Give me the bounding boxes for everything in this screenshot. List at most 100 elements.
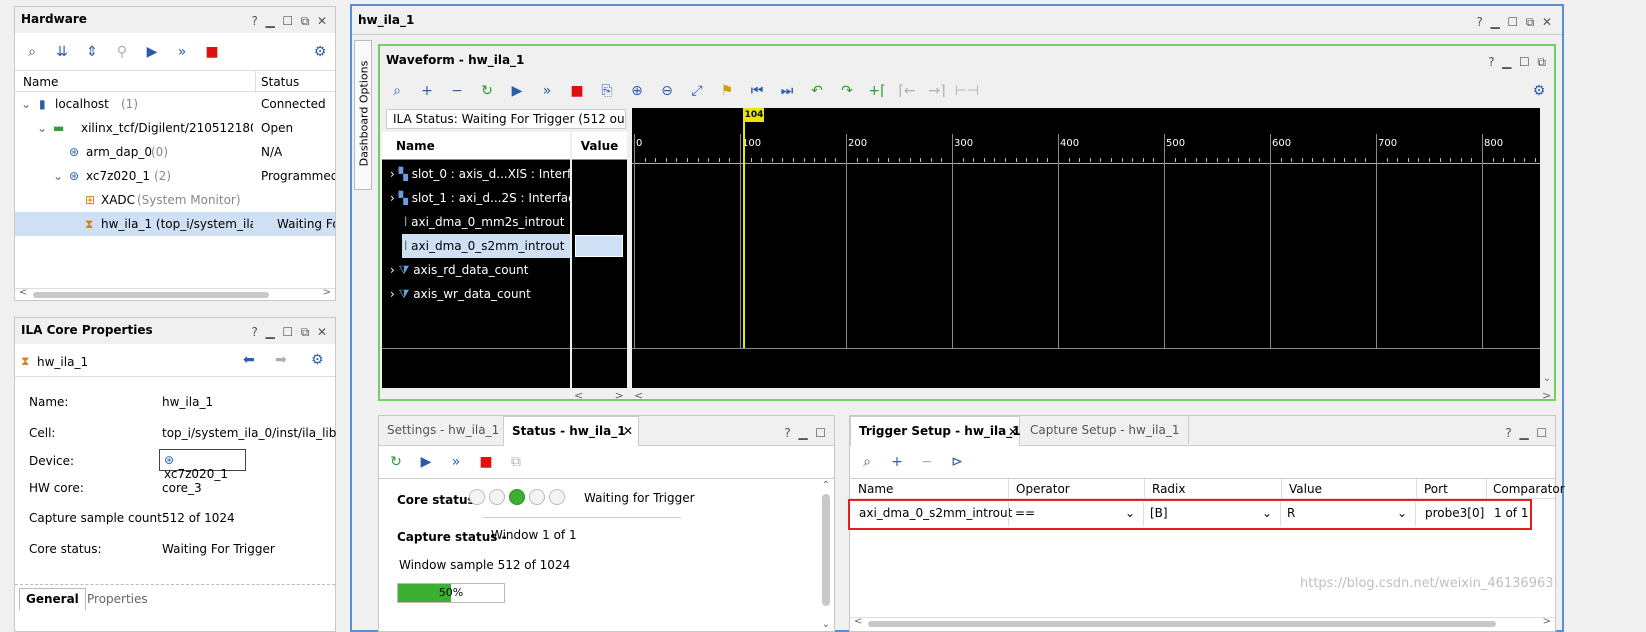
ruler-tick (1503, 158, 1504, 162)
stop-icon[interactable]: ■ (199, 41, 225, 63)
waveform-canvas[interactable]: 0 100 200 300 400 500 600 700 800 104 (632, 108, 1540, 388)
capture-icon[interactable]: ⧉ (503, 451, 529, 473)
go-to-cursor-icon[interactable]: ⚑ (714, 80, 740, 102)
column-radix-header[interactable]: Radix (1152, 482, 1185, 496)
tab-trigger-setup[interactable]: Trigger Setup - hw_ila_1 (850, 416, 1021, 446)
run-immediate-icon[interactable]: » (534, 80, 560, 102)
previous-marker-icon[interactable]: ⌈← (894, 80, 920, 102)
export-icon[interactable]: ⎘ (594, 80, 620, 102)
column-name-header[interactable]: Name (23, 75, 58, 89)
trigger-window-controls[interactable]: ? ▁ ☐ (1505, 426, 1547, 440)
tree-row-target[interactable]: ⌄ ▬ xilinx_tcf/Digilent/210512180081 Ope… (15, 116, 335, 140)
run-immediate-icon[interactable]: » (169, 41, 195, 63)
tab-general[interactable]: General (19, 588, 86, 610)
go-to-end-icon[interactable]: ⏭ (774, 80, 800, 102)
close-icon[interactable]: ✕ (1008, 425, 1018, 439)
stop-icon[interactable]: ■ (473, 451, 499, 473)
signal-row[interactable]: › ⧩ axis_rd_data_count (382, 258, 570, 282)
chevron-right-icon[interactable]: › (390, 263, 395, 277)
next-marker-icon[interactable]: →⌉ (924, 80, 950, 102)
waveform-window-controls[interactable]: ? ▁ ☐ ⧉ (1488, 55, 1546, 70)
close-icon[interactable]: ✕ (623, 424, 633, 438)
run-trigger-icon[interactable]: ▶ (504, 80, 530, 102)
auto-connect-icon[interactable]: ⚲ (109, 41, 135, 63)
vertical-scrollbar[interactable]: ⌃ ⌄ (820, 480, 832, 630)
tree-row-xadc[interactable]: ⊞ XADC (System Monitor) (15, 188, 335, 212)
zoom-out-icon[interactable]: ⊖ (654, 80, 680, 102)
trigger-comparator[interactable]: 1 of 1 (1494, 506, 1528, 520)
operator-select[interactable]: == ⌄ (1008, 502, 1144, 526)
device-link[interactable]: ⊛ xc7z020_1 (159, 449, 246, 481)
signal-row[interactable]: ⅼ axi_dma_0_mm2s_introut (382, 210, 570, 234)
remove-icon[interactable]: − (444, 80, 470, 102)
back-arrow-icon[interactable]: ⬅ (243, 352, 255, 368)
gear-icon[interactable]: ⚙ (1526, 80, 1552, 102)
column-name-header[interactable]: Name (858, 482, 893, 496)
main-window-controls[interactable]: ? ▁ ☐ ⧉ ✕ (1477, 15, 1553, 30)
dashboard-options-tab[interactable]: Dashboard Options (354, 40, 372, 190)
tab-settings[interactable]: Settings - hw_ila_1 (379, 416, 507, 444)
run-immediate-icon[interactable]: » (443, 451, 469, 473)
run-trigger-icon[interactable]: ▶ (413, 451, 439, 473)
zoom-in-icon[interactable]: ⊕ (624, 80, 650, 102)
signal-name-header[interactable]: Name (382, 132, 570, 160)
search-icon[interactable]: ⌕ (854, 451, 880, 473)
chevron-right-icon[interactable]: › (390, 191, 395, 205)
tab-capture-setup[interactable]: Capture Setup - hw_ila_1 (1022, 416, 1189, 444)
auto-retrigger-icon[interactable]: ↻ (383, 451, 409, 473)
forward-arrow-icon[interactable]: ➡ (275, 352, 287, 368)
signal-value-header[interactable]: Value (572, 132, 627, 160)
search-icon[interactable]: ⌕ (19, 41, 45, 63)
signal-row[interactable]: › ⧩ axis_wr_data_count (382, 282, 570, 306)
column-comparator-header[interactable]: Comparator (1493, 482, 1565, 496)
signal-row-selected[interactable]: ⅼ axi_dma_0_s2mm_introut (402, 234, 570, 258)
stop-icon[interactable]: ■ (564, 80, 590, 102)
expand-all-icon[interactable]: ⇕ (79, 41, 105, 63)
tree-row-hw-ila[interactable]: ⧗ hw_ila_1 (top_i/system_ila_0 Waiting F… (15, 212, 335, 236)
tree-row-device[interactable]: ⌄ ⊛ xc7z020_1 (2) Programmed (15, 164, 335, 188)
tab-status[interactable]: Status - hw_ila_1 (503, 416, 639, 446)
signal-row[interactable]: › ▚ slot_1 : axi_d...2S : Interface (382, 186, 570, 210)
radix-select[interactable]: [B] ⌄ (1144, 502, 1281, 526)
wave-scroll-right[interactable]: > (1542, 389, 1551, 402)
add-probe-icon[interactable]: + (884, 451, 910, 473)
wave-scroll-left[interactable]: < (634, 389, 643, 402)
search-icon[interactable]: ⌕ (384, 80, 410, 102)
wire-icon: ⅼ (404, 239, 408, 253)
tree-row-localhost[interactable]: ⌄ ▮ localhost (1) Connected (15, 92, 335, 116)
add-marker-icon[interactable]: +⌈ (864, 80, 890, 102)
horizontal-scrollbar[interactable]: < > (15, 287, 335, 300)
status-window-controls[interactable]: ? ▁ ☐ (784, 426, 826, 440)
tree-row-arm-dap[interactable]: ⊛ arm_dap_0 (0) N/A (15, 140, 335, 164)
horizontal-scrollbar[interactable]: < > (850, 616, 1555, 629)
remove-probe-icon[interactable]: − (914, 451, 940, 473)
column-status-header[interactable]: Status (261, 75, 299, 89)
gear-icon[interactable]: ⚙ (307, 41, 333, 63)
hardware-window-controls[interactable]: ? ▁ ☐ ⧉ ✕ (252, 14, 328, 29)
run-trigger-icon[interactable]: ▶ (139, 41, 165, 63)
go-to-start-icon[interactable]: ⏮ (744, 80, 770, 102)
auto-retrigger-icon[interactable]: ↻ (474, 80, 500, 102)
swap-cursors-icon[interactable]: ⊢⊣ (954, 80, 980, 102)
signal-row[interactable]: › ▚ slot_0 : axis_d...XIS : Interface (382, 162, 570, 186)
trigger-condition-icon[interactable]: ⊳ (944, 451, 970, 473)
gear-icon[interactable]: ⚙ (311, 352, 324, 368)
column-port-header[interactable]: Port (1424, 482, 1448, 496)
add-icon[interactable]: + (414, 80, 440, 102)
chevron-right-icon[interactable]: › (390, 167, 395, 181)
value-scroll-arrows[interactable]: < > (574, 389, 624, 402)
column-value-header[interactable]: Value (1289, 482, 1322, 496)
vertical-scrollbar[interactable]: ⌄ (1540, 108, 1554, 388)
value-select[interactable]: R ⌄ (1281, 502, 1416, 526)
trigger-cursor[interactable] (743, 108, 745, 348)
tab-properties[interactable]: Properties (87, 592, 148, 606)
chevron-right-icon[interactable]: › (390, 287, 395, 301)
collapse-all-icon[interactable]: ⇊ (49, 41, 75, 63)
previous-transition-icon[interactable]: ↶ (804, 80, 830, 102)
cursor-label: 104 (744, 108, 764, 122)
zoom-fit-icon[interactable]: ⤢ (684, 80, 710, 102)
trigger-row[interactable]: axi_dma_0_s2mm_introut == ⌄ [B] ⌄ R ⌄ probe… (850, 501, 1555, 527)
properties-window-controls[interactable]: ? ▁ ☐ ⧉ ✕ (252, 325, 328, 340)
column-operator-header[interactable]: Operator (1016, 482, 1070, 496)
next-transition-icon[interactable]: ↷ (834, 80, 860, 102)
